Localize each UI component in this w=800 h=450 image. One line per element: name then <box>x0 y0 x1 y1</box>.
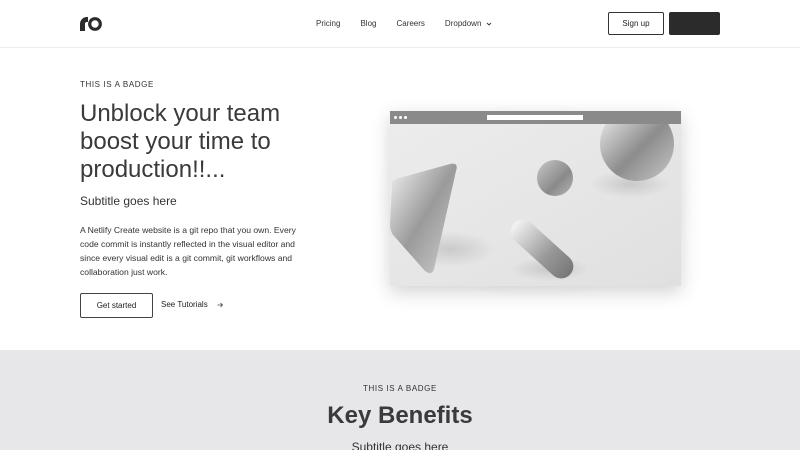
nav-item-pricing[interactable]: Pricing <box>316 18 340 30</box>
hero-title: Unblock your team boost your time to pro… <box>80 100 281 183</box>
benefits-title: Key Benefits <box>327 402 473 429</box>
window-dot-icon <box>404 116 407 119</box>
window-dot-icon <box>394 116 397 119</box>
browser-title-bar <box>390 111 681 124</box>
brand-logo-icon[interactable] <box>80 17 102 31</box>
benefits-subtitle: Subtitle goes here <box>351 440 449 450</box>
signup-button[interactable]: Sign up <box>608 12 664 35</box>
nav-item-dropdown[interactable]: Dropdown <box>445 18 493 30</box>
hero-description: A Netlify Create website is a git repo t… <box>80 225 296 277</box>
arrow-right-icon <box>217 302 223 307</box>
see-tutorials-link[interactable]: See Tutorials <box>161 300 224 309</box>
nav-item-blog[interactable]: Blog <box>360 18 376 30</box>
abstract-shapes-illustration <box>390 124 681 286</box>
browser-url-bar <box>487 115 583 120</box>
hero-subtitle: Subtitle goes here <box>80 194 177 208</box>
main-nav: Pricing Blog Careers Dropdown <box>316 18 513 30</box>
nav-dropdown-label: Dropdown <box>444 19 482 28</box>
benefits-badge: THIS IS A BADGE <box>363 384 437 393</box>
browser-window-illustration <box>390 111 681 286</box>
nav-item-careers[interactable]: Careers <box>396 18 424 30</box>
header-primary-button[interactable] <box>669 12 720 35</box>
see-tutorials-label: See Tutorials <box>161 300 208 309</box>
get-started-button[interactable]: Get started <box>80 293 153 318</box>
hero-badge: THIS IS A BADGE <box>80 80 154 89</box>
chevron-down-icon <box>487 22 492 26</box>
benefits-section: THIS IS A BADGE Key Benefits Subtitle go… <box>0 350 800 450</box>
site-header: Pricing Blog Careers Dropdown Sign up <box>0 0 800 48</box>
window-dot-icon <box>399 116 402 119</box>
